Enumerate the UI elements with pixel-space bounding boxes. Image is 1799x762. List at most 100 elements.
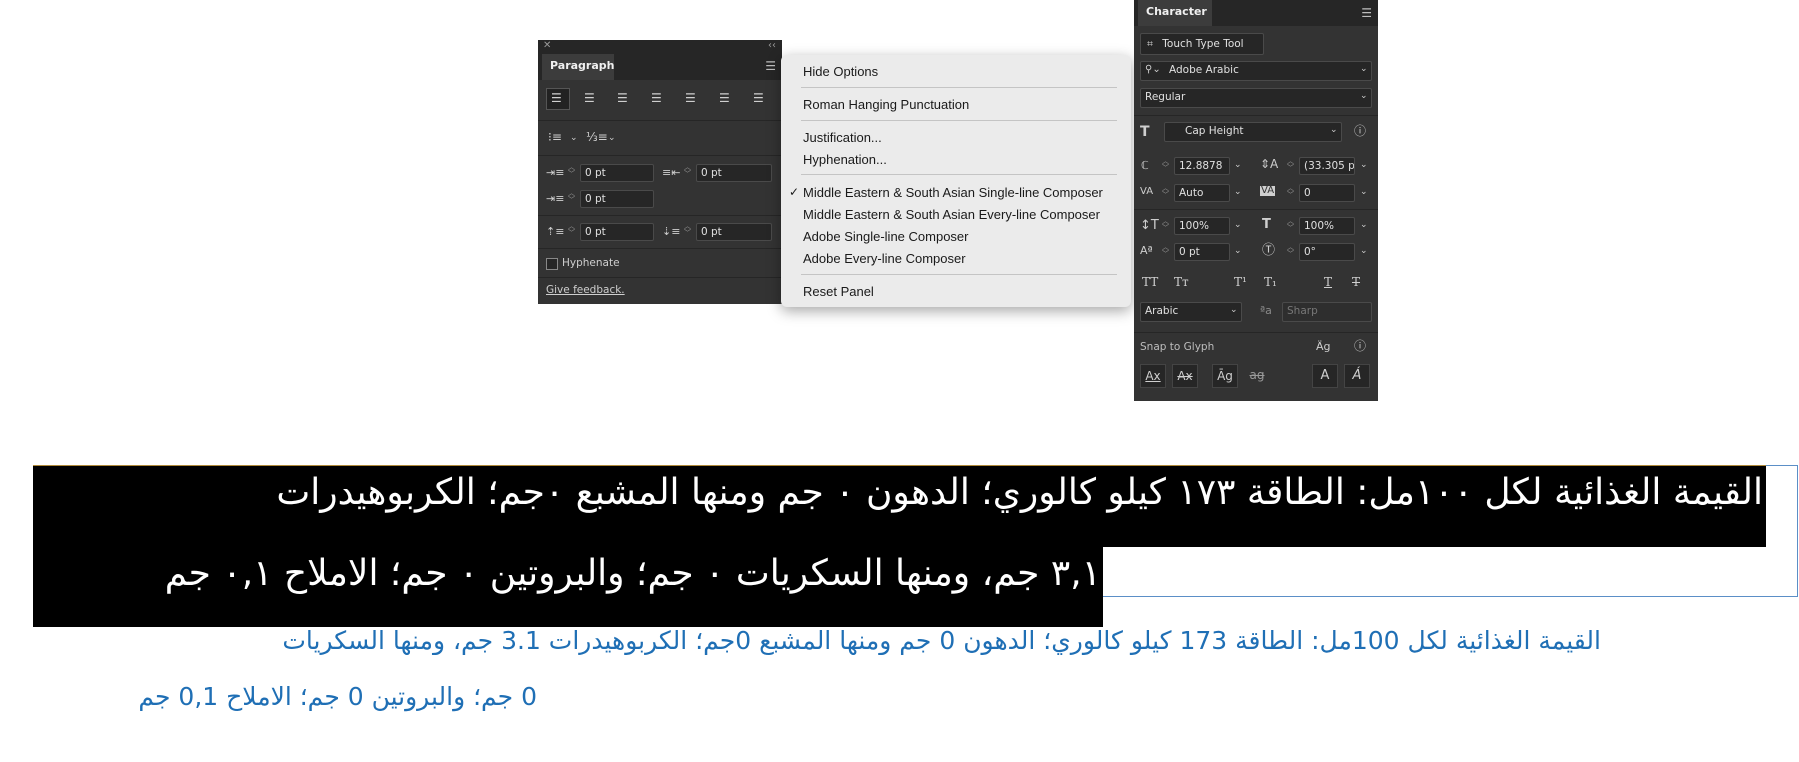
- baseline-rule: [33, 465, 1766, 466]
- give-feedback-link[interactable]: Give feedback.: [546, 284, 625, 296]
- panel-menu-icon[interactable]: ☰: [1361, 6, 1372, 20]
- snap-glyph-options-icon[interactable]: Äg: [1316, 341, 1331, 352]
- chevron-down-icon[interactable]: ⌄: [1360, 220, 1368, 230]
- stepper-icon[interactable]: ︿ ﹀: [568, 164, 575, 178]
- hyphenate-checkbox[interactable]: [546, 258, 558, 270]
- chevron-down-icon[interactable]: ⌄: [1234, 220, 1242, 230]
- right-indent-icon: ≡⇤: [662, 166, 681, 179]
- chevron-down-icon[interactable]: ⌄: [1360, 64, 1368, 74]
- stepper-icon[interactable]: ︿ ﹀: [1162, 244, 1169, 258]
- justify-center-icon[interactable]: ☰: [685, 92, 696, 104]
- snap-proximity-button[interactable]: ag: [1244, 364, 1270, 388]
- strikethrough-icon[interactable]: T: [1352, 276, 1360, 288]
- snap-angular-button[interactable]: A: [1312, 364, 1338, 388]
- horizontal-scale-icon: T: [1262, 217, 1271, 232]
- snap-x-height-button[interactable]: Ax: [1172, 364, 1198, 388]
- stepper-icon[interactable]: ︿ ﹀: [568, 223, 575, 237]
- collapse-icon[interactable]: ‹‹: [768, 41, 776, 51]
- right-indent-field[interactable]: 0 pt: [696, 164, 772, 182]
- font-style-dropdown[interactable]: Regular: [1140, 88, 1372, 108]
- panel-menu-icon[interactable]: ☰: [765, 59, 776, 73]
- stepper-icon[interactable]: ︿ ﹀: [1162, 158, 1169, 172]
- chevron-down-icon[interactable]: ⌄: [1234, 246, 1242, 256]
- menu-separator: [801, 87, 1117, 88]
- menu-item-hide-options[interactable]: Hide Options: [803, 64, 878, 79]
- character-rotation-field[interactable]: 0°: [1299, 243, 1355, 261]
- touch-type-label: Touch Type Tool: [1162, 38, 1244, 50]
- space-before-field[interactable]: 0 pt: [580, 223, 654, 241]
- menu-item-me-every-line-composer[interactable]: Middle Eastern & South Asian Every-line …: [803, 207, 1100, 222]
- chevron-down-icon[interactable]: ⌄: [1360, 91, 1368, 101]
- menu-item-me-single-line-composer[interactable]: Middle Eastern & South Asian Single-line…: [803, 185, 1103, 200]
- stepper-icon[interactable]: ︿ ﹀: [1162, 185, 1169, 199]
- language-dropdown[interactable]: Arabic: [1140, 302, 1242, 322]
- stepper-icon[interactable]: ︿ ﹀: [1287, 244, 1294, 258]
- size-reference-dropdown[interactable]: Cap Height: [1164, 122, 1342, 142]
- chevron-down-icon[interactable]: ⌄: [570, 133, 578, 143]
- arabic-text-line-1[interactable]: القيمة الغذائية لكل ١٠٠مل: الطاقة ١٧٣ كي…: [43, 472, 1763, 513]
- info-icon[interactable]: ⓘ: [1354, 125, 1366, 137]
- chevron-down-icon[interactable]: ⌄: [1330, 125, 1338, 135]
- snap-baseline-button[interactable]: Ax: [1140, 364, 1166, 388]
- stepper-icon[interactable]: ︿ ﹀: [1287, 158, 1294, 172]
- arabic-blue-line-2: 0 جم؛ والبروتين 0 جم؛ الاملاح 0,1 جم: [138, 682, 537, 711]
- divider: [538, 277, 782, 278]
- align-center-icon[interactable]: ☰: [584, 92, 595, 104]
- tab-character[interactable]: Character: [1138, 0, 1212, 26]
- stepper-icon[interactable]: ︿ ﹀: [568, 190, 575, 204]
- numbered-list-icon[interactable]: ⅓≡: [586, 131, 608, 143]
- small-caps-icon[interactable]: Tт: [1174, 276, 1189, 288]
- first-line-indent-field[interactable]: 0 pt: [580, 190, 654, 208]
- font-family-value: Adobe Arabic: [1169, 64, 1239, 76]
- snap-anchor-button[interactable]: Á: [1344, 364, 1370, 388]
- justify-left-icon[interactable]: ☰: [651, 92, 662, 104]
- menu-item-hyphenation[interactable]: Hyphenation...: [803, 152, 887, 167]
- menu-item-adobe-every-line-composer[interactable]: Adobe Every-line Composer: [803, 251, 966, 266]
- subscript-icon[interactable]: T₁: [1264, 276, 1277, 288]
- font-size-field[interactable]: 12.8878: [1174, 157, 1230, 175]
- info-icon[interactable]: ⓘ: [1354, 340, 1366, 352]
- all-caps-icon[interactable]: TT: [1142, 276, 1158, 288]
- stepper-icon[interactable]: ︿ ﹀: [1162, 218, 1169, 232]
- bullet-list-icon[interactable]: ⁝≡: [548, 131, 562, 143]
- menu-item-roman-hanging-punctuation[interactable]: Roman Hanging Punctuation: [803, 97, 969, 112]
- arabic-text-line-2[interactable]: ٣,١ جم، ومنها السكريات ٠ جم؛ والبروتين ٠…: [41, 553, 1101, 594]
- font-family-dropdown[interactable]: Adobe Arabic: [1140, 61, 1372, 81]
- leading-icon: ⇕A: [1260, 157, 1279, 171]
- align-right-icon[interactable]: ☰: [617, 92, 628, 104]
- menu-item-adobe-single-line-composer[interactable]: Adobe Single-line Composer: [803, 229, 968, 244]
- underline-icon[interactable]: T: [1324, 276, 1332, 288]
- chevron-down-icon[interactable]: ⌄: [1360, 187, 1368, 197]
- superscript-icon[interactable]: T¹: [1234, 276, 1247, 288]
- space-after-field[interactable]: 0 pt: [696, 223, 772, 241]
- close-icon[interactable]: ✕: [543, 41, 551, 51]
- paragraph-panel: ✕ ‹‹ Paragraph ☰ ☰ ☰ ☰ ☰ ☰ ☰ ☰ ⁝≡ ⌄ ⅓≡ ⌄…: [538, 40, 782, 304]
- chevron-down-icon[interactable]: ⌄: [1234, 187, 1242, 197]
- justify-right-icon[interactable]: ☰: [719, 92, 730, 104]
- tracking-field[interactable]: 0: [1299, 184, 1355, 202]
- vertical-scale-field[interactable]: 100%: [1174, 217, 1230, 235]
- touch-type-tool-button[interactable]: ⌗ Touch Type Tool: [1140, 33, 1264, 55]
- stepper-icon[interactable]: ︿ ﹀: [1287, 218, 1294, 232]
- baseline-shift-field[interactable]: 0 pt: [1174, 243, 1230, 261]
- snap-glyph-bounds-button[interactable]: Āg: [1212, 364, 1238, 388]
- paragraph-panel-titlebar[interactable]: ✕ ‹‹: [538, 40, 782, 54]
- space-before-icon: ⇡≡: [546, 225, 565, 238]
- stepper-icon[interactable]: ︿ ﹀: [1287, 185, 1294, 199]
- chevron-down-icon[interactable]: ⌄: [1234, 160, 1242, 170]
- chevron-down-icon[interactable]: ⌄: [1230, 305, 1238, 315]
- tab-paragraph[interactable]: Paragraph: [542, 54, 614, 80]
- stepper-icon[interactable]: ︿ ﹀: [684, 223, 691, 237]
- menu-item-reset-panel[interactable]: Reset Panel: [803, 284, 874, 299]
- horizontal-scale-field[interactable]: 100%: [1299, 217, 1355, 235]
- justify-all-icon[interactable]: ☰: [753, 92, 764, 104]
- stepper-icon[interactable]: ︿ ﹀: [684, 164, 691, 178]
- chevron-down-icon[interactable]: ⌄: [608, 133, 616, 143]
- left-indent-field[interactable]: 0 pt: [580, 164, 654, 182]
- chevron-down-icon[interactable]: ⌄: [1360, 246, 1368, 256]
- menu-item-justification[interactable]: Justification...: [803, 130, 882, 145]
- leading-field[interactable]: (33.305 p: [1299, 157, 1355, 175]
- kerning-field[interactable]: Auto: [1174, 184, 1230, 202]
- chevron-down-icon[interactable]: ⌄: [1360, 160, 1368, 170]
- baseline-shift-icon: Aª: [1140, 244, 1153, 257]
